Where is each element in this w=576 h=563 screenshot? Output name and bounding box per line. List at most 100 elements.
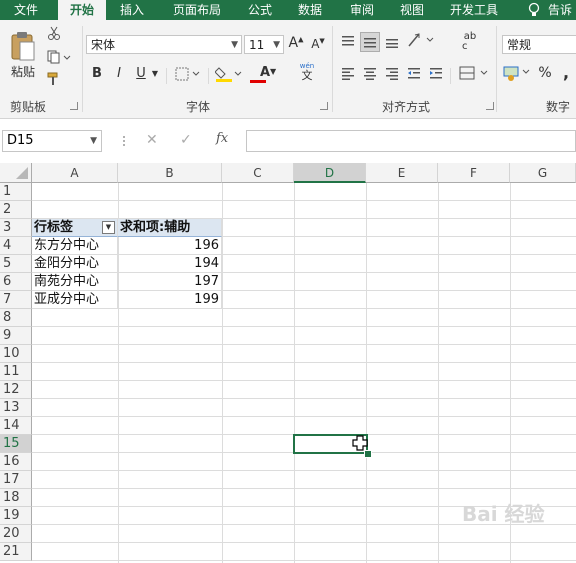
shrink-font-button[interactable]: A▼ (310, 37, 326, 55)
row-header[interactable]: 20 (0, 525, 32, 543)
filter-dropdown-icon[interactable]: ▼ (102, 221, 115, 234)
tab-formulas[interactable]: 公式 (240, 0, 280, 20)
column-header-a[interactable]: A (32, 163, 118, 183)
tab-developer[interactable]: 开发工具 (442, 0, 506, 20)
underline-button[interactable]: U (134, 66, 148, 84)
row-header[interactable]: 1 (0, 183, 32, 201)
row-header[interactable]: 8 (0, 309, 32, 327)
row-header[interactable]: 14 (0, 417, 32, 435)
lightbulb-icon[interactable] (524, 0, 544, 20)
clipboard-launcher-icon[interactable] (70, 102, 78, 110)
column-header-b[interactable]: B (118, 163, 222, 183)
paste-button[interactable]: 粘贴 (6, 30, 40, 86)
pivot-row-value[interactable]: 199 (118, 291, 222, 309)
column-header-e[interactable]: E (366, 163, 438, 183)
worksheet-grid[interactable]: A B C D E F G 1 2 3 4 5 6 7 8 9 10 11 12… (0, 163, 576, 563)
row-header[interactable]: 18 (0, 489, 32, 507)
bold-button[interactable]: B (90, 66, 104, 84)
ribbon-tab-bar: 文件 开始 插入 页面布局 公式 数据 审阅 视图 开发工具 告诉 (0, 0, 576, 20)
insert-function-icon[interactable]: fx (216, 131, 228, 146)
align-top-icon[interactable] (340, 34, 356, 50)
column-header-d[interactable]: D (294, 163, 366, 183)
font-color-button[interactable]: A ▼ (250, 65, 280, 83)
cut-icon[interactable] (46, 26, 62, 42)
cancel-icon[interactable]: ✕ (146, 132, 158, 148)
phonetic-guide-button[interactable]: wén 文 (294, 62, 320, 86)
divider (166, 68, 167, 84)
row-header[interactable]: 16 (0, 453, 32, 471)
align-middle-icon[interactable] (360, 32, 380, 52)
merge-center-icon[interactable] (458, 66, 490, 82)
column-header-c[interactable]: C (222, 163, 294, 183)
phonetic-char: 文 (301, 69, 313, 82)
font-launcher-icon[interactable] (320, 102, 328, 110)
italic-button[interactable]: I (112, 66, 126, 84)
align-bottom-icon[interactable] (384, 34, 400, 50)
tab-page-layout[interactable]: 页面布局 (160, 0, 234, 20)
align-center-icon[interactable] (362, 66, 378, 82)
tab-home[interactable]: 开始 (58, 0, 106, 20)
name-box[interactable]: D15 ▼ (2, 130, 102, 152)
font-size-combo[interactable]: 11 ▼ (244, 35, 284, 54)
row-header[interactable]: 5 (0, 255, 32, 273)
borders-icon[interactable] (174, 67, 202, 83)
increase-indent-icon[interactable] (428, 66, 444, 82)
fill-color-icon[interactable] (214, 65, 244, 83)
pivot-row-value[interactable]: 197 (118, 273, 222, 291)
pivot-row-value[interactable]: 196 (118, 237, 222, 255)
row-header[interactable]: 15 (0, 435, 32, 453)
tab-insert[interactable]: 插入 (110, 0, 154, 20)
align-right-icon[interactable] (384, 66, 400, 82)
row-header[interactable]: 4 (0, 237, 32, 255)
pivot-row-label[interactable]: 亚成分中心 (32, 291, 118, 309)
font-name-combo[interactable]: 宋体 ▼ (86, 35, 242, 54)
row-header[interactable]: 21 (0, 543, 32, 561)
pivot-row-label[interactable]: 东方分中心 (32, 237, 118, 255)
orientation-icon[interactable] (406, 32, 436, 50)
format-painter-icon[interactable] (46, 72, 62, 88)
row-header[interactable]: 13 (0, 399, 32, 417)
percent-style-button[interactable]: % (538, 65, 552, 83)
row-header[interactable]: 10 (0, 345, 32, 363)
row-header[interactable]: 9 (0, 327, 32, 345)
watermark-logo: Bai 经验 (462, 502, 545, 526)
clipboard-group-label: 剪贴板 (10, 100, 47, 114)
chevron-down-icon[interactable]: ▼ (90, 131, 97, 151)
decrease-indent-icon[interactable] (406, 66, 422, 82)
row-header[interactable]: 6 (0, 273, 32, 291)
select-all-corner[interactable] (0, 163, 32, 183)
row-header[interactable]: 12 (0, 381, 32, 399)
grow-font-button[interactable]: A▲ (288, 35, 304, 53)
tab-review[interactable]: 审阅 (340, 0, 384, 20)
chevron-down-icon[interactable]: ▼ (150, 69, 160, 83)
tab-file[interactable]: 文件 (0, 0, 52, 20)
wrap-text-button[interactable]: ab c (460, 32, 480, 52)
tab-data[interactable]: 数据 (290, 0, 330, 20)
divider (496, 26, 497, 112)
enter-icon[interactable]: ✓ (180, 132, 192, 148)
column-header-g[interactable]: G (510, 163, 576, 183)
row-header[interactable]: 3 (0, 219, 32, 237)
pivot-row-label[interactable]: 金阳分中心 (32, 255, 118, 273)
pivot-row-value[interactable]: 194 (118, 255, 222, 273)
tell-me-label[interactable]: 告诉 (548, 0, 576, 20)
align-left-icon[interactable] (340, 66, 356, 82)
formula-input[interactable] (246, 130, 576, 152)
paste-label: 粘贴 (10, 65, 35, 79)
tab-view[interactable]: 视图 (392, 0, 432, 20)
alignment-launcher-icon[interactable] (486, 102, 494, 110)
column-header-f[interactable]: F (438, 163, 510, 183)
chevron-down-icon: ▼ (231, 40, 238, 50)
pivot-value-header[interactable]: 求和项:辅助 (118, 219, 222, 237)
row-header[interactable]: 19 (0, 507, 32, 525)
row-header[interactable]: 17 (0, 471, 32, 489)
number-format-combo[interactable]: 常规 (502, 35, 576, 54)
comma-style-button[interactable]: , (560, 63, 572, 82)
row-header[interactable]: 11 (0, 363, 32, 381)
drag-handle[interactable] (122, 133, 126, 149)
row-header[interactable]: 2 (0, 201, 32, 219)
copy-icon[interactable] (46, 50, 72, 66)
pivot-row-label[interactable]: 南苑分中心 (32, 273, 118, 291)
accounting-format-icon[interactable] (502, 64, 534, 82)
row-header[interactable]: 7 (0, 291, 32, 309)
